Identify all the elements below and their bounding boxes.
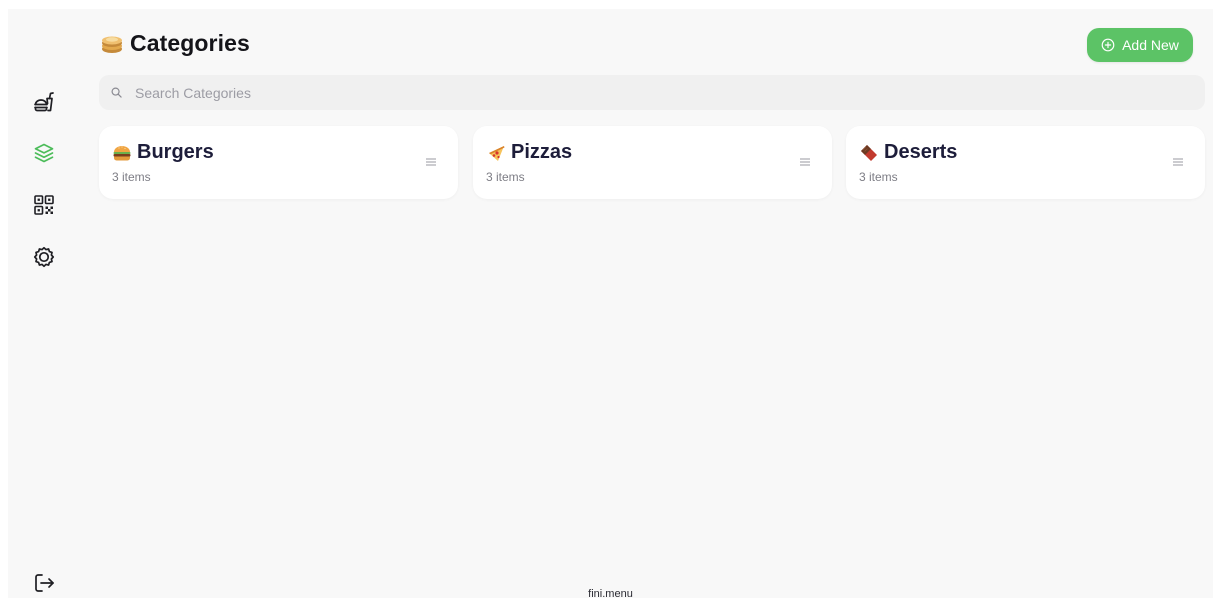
card-header: Burgers <box>112 141 214 164</box>
card-header: Pizzas <box>486 141 572 164</box>
pizza-icon <box>489 145 505 161</box>
category-item-count: 3 items <box>112 170 151 184</box>
category-item-count: 3 items <box>486 170 525 184</box>
sidebar-item-qr-code[interactable] <box>30 191 58 219</box>
search-bar[interactable] <box>99 75 1205 110</box>
sidebar-item-settings[interactable] <box>30 243 58 271</box>
drag-handle[interactable] <box>800 158 810 166</box>
sidebar <box>8 9 84 598</box>
drag-handle-icon <box>1173 158 1183 166</box>
card-header: Deserts <box>859 141 957 164</box>
category-card-burgers[interactable]: Burgers 3 items <box>99 126 458 199</box>
fast-food-icon <box>34 92 54 112</box>
add-new-label: Add New <box>1122 37 1179 53</box>
plus-circle-icon <box>1101 38 1115 52</box>
category-name: Deserts <box>884 141 958 163</box>
sidebar-item-food-menu[interactable] <box>30 88 58 116</box>
chocolate-icon <box>861 144 877 161</box>
footer-brand: fini.menu <box>588 588 633 598</box>
page-header: Categories <box>100 30 250 57</box>
qr-code-icon <box>34 195 54 215</box>
burger-icon <box>113 145 131 160</box>
category-card-deserts[interactable]: Deserts 3 items <box>846 126 1205 199</box>
search-input[interactable] <box>133 83 1137 102</box>
category-name: Pizzas <box>511 141 573 163</box>
layers-icon <box>34 143 54 163</box>
search-icon <box>111 87 122 98</box>
add-new-button[interactable]: Add New <box>1087 28 1193 62</box>
drag-handle-icon <box>800 158 810 166</box>
page-title: Categories <box>130 30 250 56</box>
sidebar-item-categories[interactable] <box>30 139 58 167</box>
category-item-count: 3 items <box>859 170 898 184</box>
app-window: Categories Add New Burgers <box>8 9 1213 598</box>
pancake-icon <box>102 36 122 53</box>
drag-handle-icon <box>426 158 436 166</box>
drag-handle[interactable] <box>1173 158 1183 166</box>
drag-handle[interactable] <box>426 158 436 166</box>
category-name: Burgers <box>137 141 214 163</box>
gear-icon <box>33 246 55 268</box>
category-card-pizzas[interactable]: Pizzas 3 items <box>473 126 832 199</box>
